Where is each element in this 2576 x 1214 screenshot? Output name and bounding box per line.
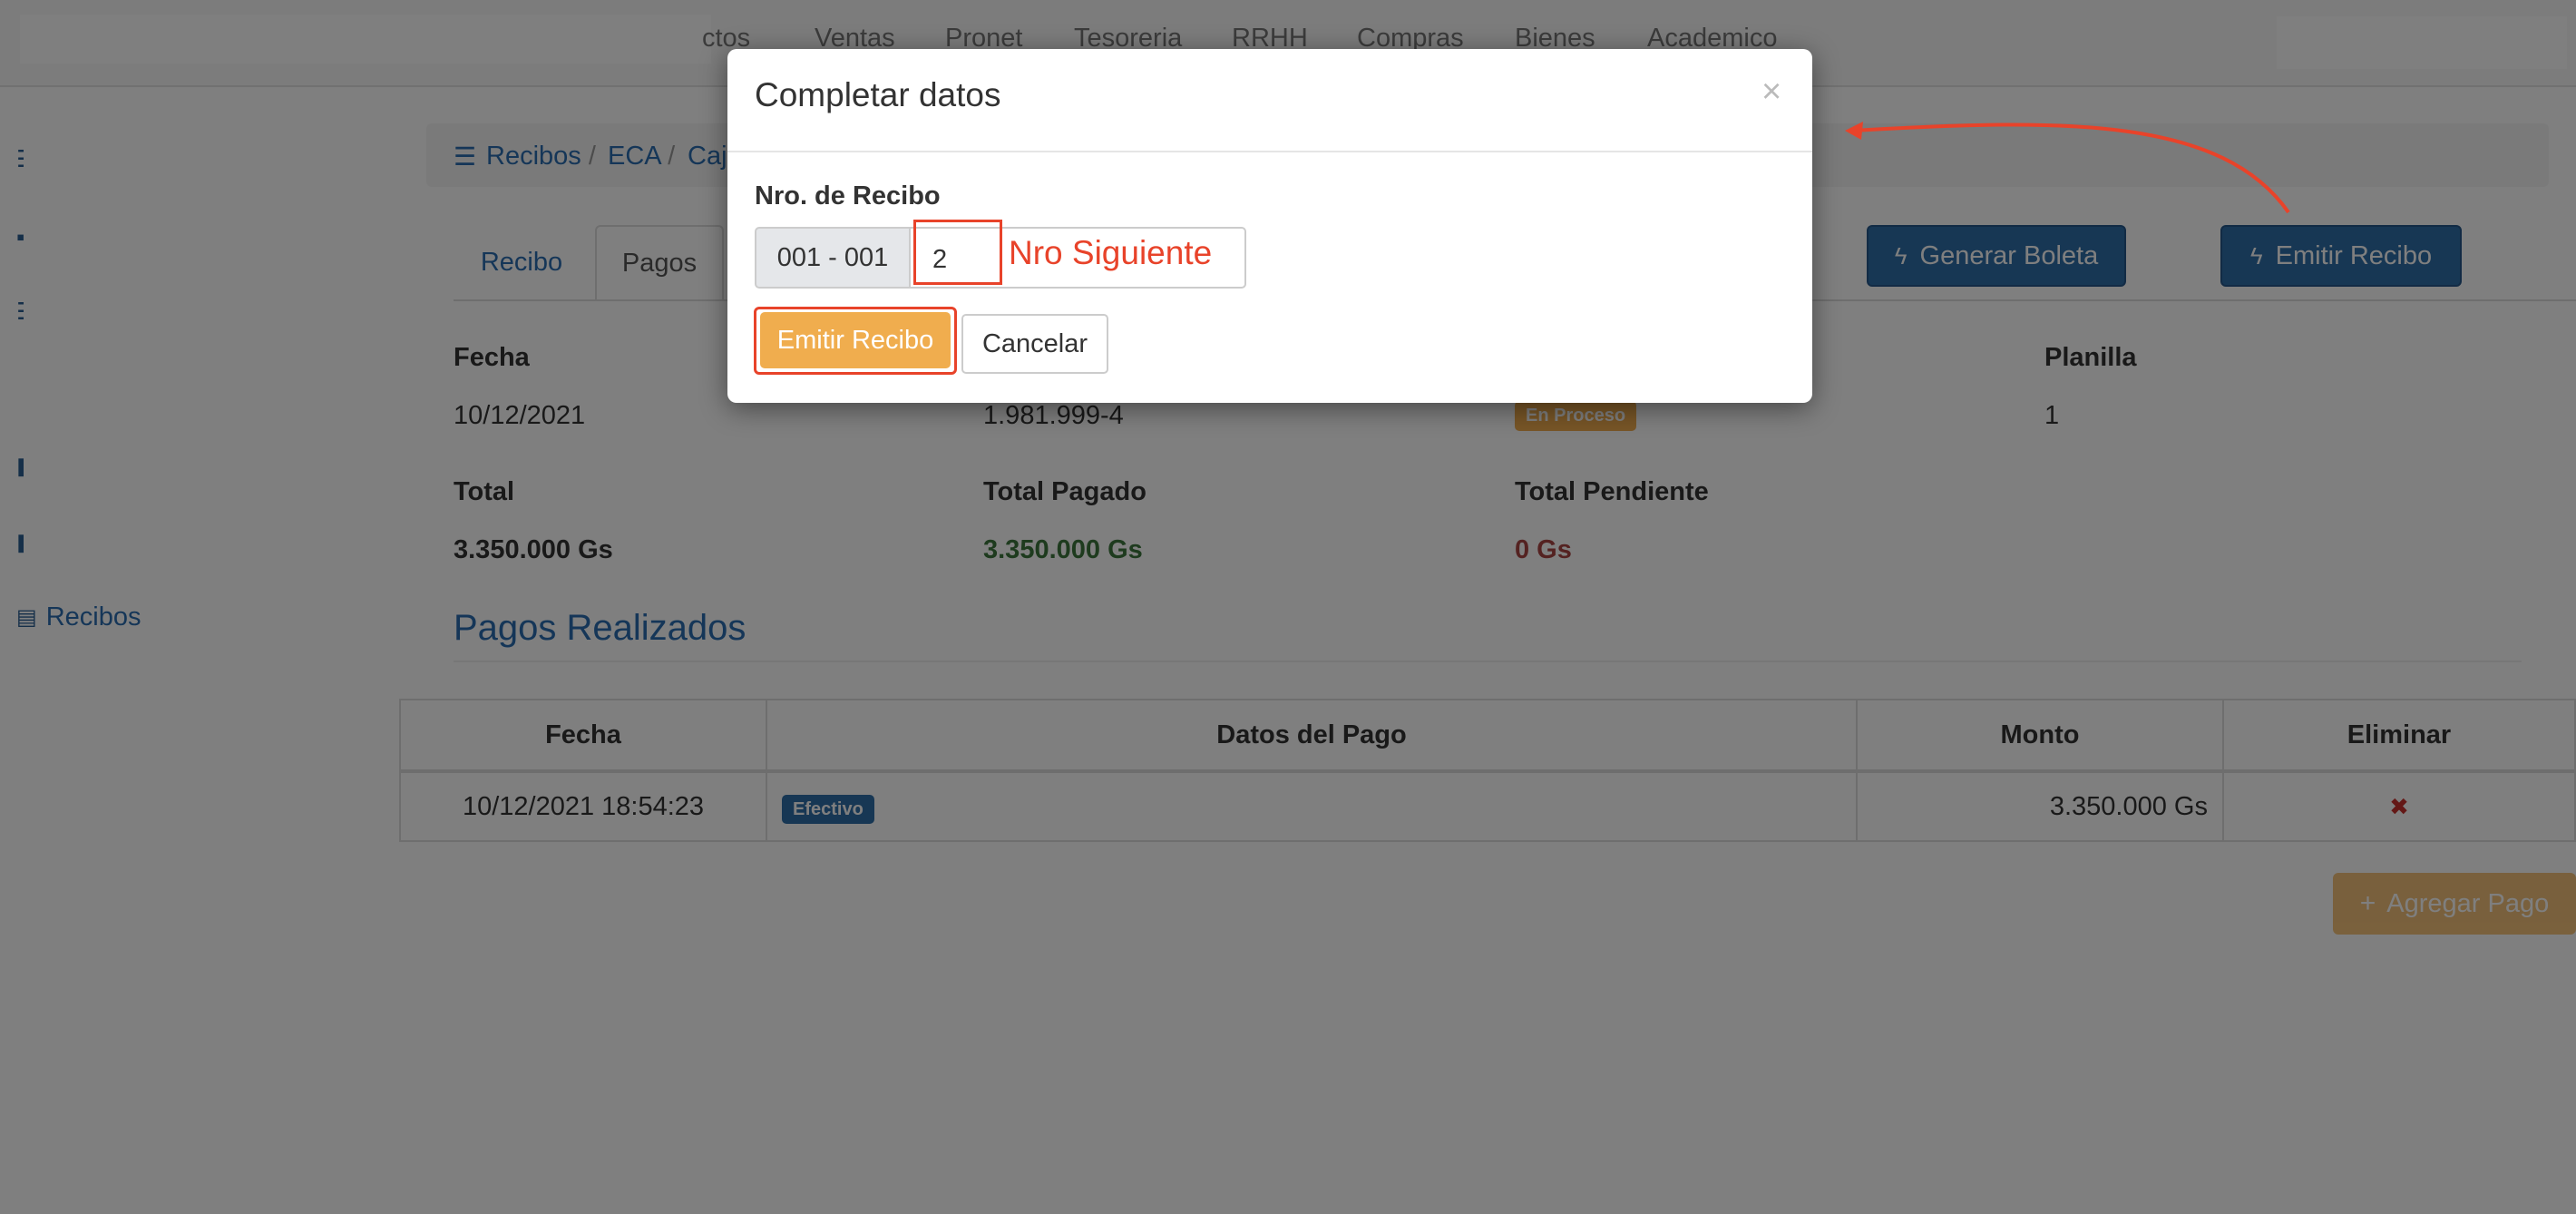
annotation-highlight-ring bbox=[754, 307, 957, 375]
modal-header-divider bbox=[727, 151, 1812, 152]
recibo-prefix-addon: 001 - 001 bbox=[755, 227, 909, 289]
nro-recibo-label: Nro. de Recibo bbox=[755, 181, 941, 210]
completar-datos-modal: Completar datos × Nro. de Recibo 001 - 0… bbox=[727, 49, 1812, 403]
modal-title: Completar datos bbox=[755, 76, 1001, 113]
modal-cancel-button[interactable]: Cancelar bbox=[961, 314, 1108, 374]
annotation-hint-text: Nro Siguiente bbox=[1009, 234, 1213, 271]
annotation-highlight-box bbox=[913, 220, 1002, 285]
close-icon[interactable]: × bbox=[1761, 74, 1781, 109]
annotation-arrow bbox=[1845, 122, 2290, 214]
